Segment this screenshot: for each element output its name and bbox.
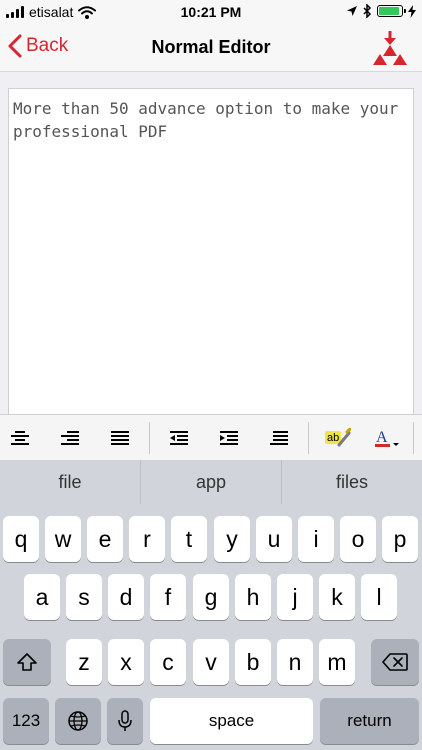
- dictation-key[interactable]: [107, 698, 143, 744]
- key-i[interactable]: i: [298, 516, 334, 562]
- return-key[interactable]: return: [320, 698, 419, 744]
- key-p[interactable]: p: [382, 516, 418, 562]
- indent-icon: [220, 430, 238, 445]
- key-q[interactable]: q: [3, 516, 39, 562]
- suggestion-item[interactable]: file: [0, 460, 140, 504]
- battery-icon: [377, 5, 406, 17]
- key-y[interactable]: y: [214, 516, 250, 562]
- nav-bar: Back Normal Editor: [0, 24, 422, 72]
- align-center-icon: [11, 430, 29, 445]
- key-a[interactable]: a: [24, 574, 60, 620]
- toolbar-divider: [149, 421, 150, 454]
- shift-key[interactable]: [3, 639, 51, 685]
- key-m[interactable]: m: [319, 639, 355, 685]
- key-o[interactable]: o: [340, 516, 376, 562]
- pdf-merge-button[interactable]: [370, 30, 410, 66]
- numbers-key[interactable]: 123: [3, 698, 49, 744]
- location-icon: [347, 6, 357, 16]
- outdent-icon: [170, 430, 188, 445]
- delete-key[interactable]: [371, 639, 419, 685]
- keyboard: file app files q w e r t y u i o p a s d…: [0, 460, 422, 750]
- globe-icon: [68, 711, 88, 731]
- editor-area: More than 50 advance option to make your…: [0, 72, 422, 418]
- spellcheck-icon: ab: [325, 427, 351, 446]
- key-n[interactable]: n: [277, 639, 313, 685]
- key-w[interactable]: w: [45, 516, 81, 562]
- key-f[interactable]: f: [150, 574, 186, 620]
- font-color-button[interactable]: A: [363, 415, 413, 461]
- battery-fill: [379, 7, 399, 15]
- align-right-button[interactable]: [45, 415, 95, 461]
- indent-button[interactable]: [204, 415, 254, 461]
- key-j[interactable]: j: [277, 574, 313, 620]
- align-center-button[interactable]: [0, 415, 45, 461]
- status-bar: etisalat 10:21 PM: [0, 0, 422, 24]
- key-c[interactable]: c: [150, 639, 186, 685]
- align-right-icon: [61, 430, 79, 445]
- key-k[interactable]: k: [319, 574, 355, 620]
- key-d[interactable]: d: [108, 574, 144, 620]
- font-color-icon: A: [375, 429, 399, 447]
- globe-key[interactable]: [55, 698, 101, 744]
- list-button[interactable]: [254, 415, 304, 461]
- suggestion-bar: file app files: [0, 460, 422, 504]
- key-t[interactable]: t: [171, 516, 207, 562]
- key-x[interactable]: x: [108, 639, 144, 685]
- backspace-icon: [382, 653, 408, 671]
- list-icon: [270, 430, 288, 445]
- text-editor[interactable]: More than 50 advance option to make your…: [8, 88, 414, 418]
- key-e[interactable]: e: [87, 516, 123, 562]
- microphone-icon: [118, 710, 132, 731]
- toolbar-divider: [308, 421, 309, 454]
- suggestion-item[interactable]: app: [141, 460, 281, 504]
- key-u[interactable]: u: [256, 516, 292, 562]
- key-g[interactable]: g: [193, 574, 229, 620]
- key-z[interactable]: z: [66, 639, 102, 685]
- space-key[interactable]: space: [150, 698, 313, 744]
- font-color-label: A: [376, 429, 388, 446]
- suggestion-item[interactable]: files: [282, 460, 422, 504]
- page-title: Normal Editor: [151, 37, 271, 57]
- spellcheck-label: ab: [327, 432, 339, 444]
- toolbar-divider: [413, 421, 414, 454]
- status-right: [346, 4, 416, 18]
- align-justify-icon: [111, 430, 129, 445]
- key-s[interactable]: s: [66, 574, 102, 620]
- shift-icon: [17, 653, 37, 671]
- spellcheck-button[interactable]: ab: [313, 415, 363, 461]
- key-v[interactable]: v: [193, 639, 229, 685]
- outdent-button[interactable]: [154, 415, 204, 461]
- key-l[interactable]: l: [361, 574, 397, 620]
- key-b[interactable]: b: [235, 639, 271, 685]
- bluetooth-icon: [363, 4, 372, 18]
- key-r[interactable]: r: [129, 516, 165, 562]
- pdf-merge-icon: [373, 31, 407, 65]
- charging-icon: [408, 4, 416, 18]
- align-justify-button[interactable]: [95, 415, 145, 461]
- key-h[interactable]: h: [235, 574, 271, 620]
- format-toolbar: ab A: [0, 414, 422, 460]
